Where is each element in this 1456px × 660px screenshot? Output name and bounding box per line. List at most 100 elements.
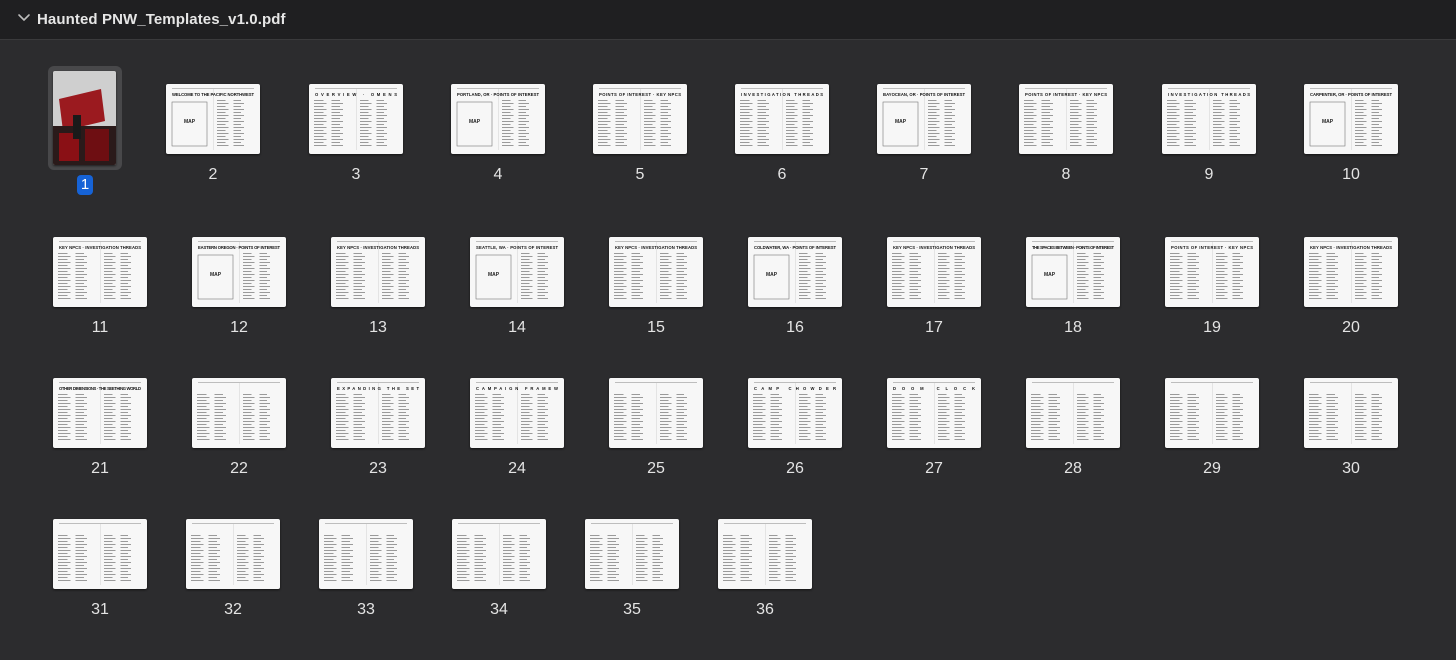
map-placeholder-label: MAP bbox=[766, 272, 778, 278]
page-number[interactable]: 9 bbox=[1179, 166, 1239, 184]
page-thumbnail[interactable]: INVESTIGATION THREADS bbox=[735, 84, 829, 154]
page-number[interactable]: 20 bbox=[1321, 319, 1381, 337]
page-thumbnail-cover[interactable] bbox=[53, 71, 116, 165]
page-thumbnail[interactable] bbox=[53, 519, 147, 589]
page-thumbnail[interactable] bbox=[718, 519, 812, 589]
page-thumbnail[interactable] bbox=[1304, 378, 1398, 448]
page-thumbnail[interactable]: MAP WELCOME TO THE PACIFIC NORTHWEST bbox=[166, 84, 260, 154]
page-number[interactable]: 31 bbox=[70, 601, 130, 619]
page-thumbnail[interactable]: CAMP CHOWDER bbox=[748, 378, 842, 448]
page-thumbnail[interactable]: MAP COLDWATER, WA · POINTS OF INTEREST bbox=[748, 237, 842, 307]
page-number[interactable]: 35 bbox=[602, 601, 662, 619]
page-thumbnail[interactable]: KEY NPCS · INVESTIGATION THREADS bbox=[1304, 237, 1398, 307]
page-number[interactable]: 32 bbox=[203, 601, 263, 619]
page-number[interactable]: 25 bbox=[626, 460, 686, 478]
page-thumbnail[interactable] bbox=[609, 378, 703, 448]
page-thumbnail[interactable]: KEY NPCS · INVESTIGATION THREADS bbox=[609, 237, 703, 307]
page-thumbnail[interactable]: MAP SEATTLE, WA · POINTS OF INTEREST bbox=[470, 237, 564, 307]
page-thumbnail[interactable]: OTHER DIMENSIONS · THE SEETHING WORLD bbox=[53, 378, 147, 448]
page-preview: MAP SEATTLE, WA · POINTS OF INTEREST bbox=[475, 241, 558, 303]
page-number[interactable]: 16 bbox=[765, 319, 825, 337]
page-number[interactable]: 28 bbox=[1043, 460, 1103, 478]
page-preview bbox=[197, 382, 280, 444]
page-number[interactable]: 22 bbox=[209, 460, 269, 478]
page-number[interactable]: 19 bbox=[1182, 319, 1242, 337]
page-thumbnail[interactable] bbox=[585, 519, 679, 589]
page-number[interactable]: 3 bbox=[326, 166, 386, 184]
page-preview: DOOM CLOCK bbox=[892, 382, 975, 444]
page-heading: POINTS OF INTEREST · KEY NPCS bbox=[1171, 245, 1253, 250]
page-number[interactable]: 5 bbox=[610, 166, 670, 184]
page-number[interactable]: 10 bbox=[1321, 166, 1381, 184]
page-thumbnail[interactable]: DOOM CLOCK bbox=[887, 378, 981, 448]
map-placeholder-label: MAP bbox=[1044, 272, 1056, 278]
page-thumbnail[interactable] bbox=[452, 519, 546, 589]
page-heading: EASTERN OREGON · POINTS OF INTEREST bbox=[198, 245, 280, 250]
page-thumbnail[interactable]: POINTS OF INTEREST · KEY NPCS bbox=[1019, 84, 1113, 154]
page-preview: INVESTIGATION THREADS bbox=[740, 88, 823, 150]
page-thumbnail[interactable] bbox=[1026, 378, 1120, 448]
page-number[interactable]: 12 bbox=[209, 319, 269, 337]
page-number[interactable]: 21 bbox=[70, 460, 130, 478]
page-number-selected[interactable]: 1 bbox=[77, 175, 93, 195]
page-thumbnail[interactable]: CAMPAIGN FRAMEW bbox=[470, 378, 564, 448]
page-thumbnail[interactable]: EXPANDING THE SET bbox=[331, 378, 425, 448]
page-preview: MAP THE SPACES BETWEEN · POINTS OF INTERE… bbox=[1031, 241, 1114, 303]
page-thumbnail[interactable] bbox=[1165, 378, 1259, 448]
page-preview: MAP COLDWATER, WA · POINTS OF INTEREST bbox=[753, 241, 836, 303]
page-preview: KEY NPCS · INVESTIGATION THREADS bbox=[336, 241, 419, 303]
page-number[interactable]: 27 bbox=[904, 460, 964, 478]
page-heading: INVESTIGATION THREADS bbox=[1168, 92, 1250, 97]
page-thumbnail[interactable] bbox=[192, 378, 286, 448]
page-preview: MAP WELCOME TO THE PACIFIC NORTHWEST bbox=[171, 88, 254, 150]
page-thumbnail[interactable]: MAP BAYOCEAN, OR · POINTS OF INTEREST bbox=[877, 84, 971, 154]
page-thumbnail[interactable]: INVESTIGATION THREADS bbox=[1162, 84, 1256, 154]
page-number[interactable]: 29 bbox=[1182, 460, 1242, 478]
page-heading: KEY NPCS · INVESTIGATION THREADS bbox=[893, 245, 975, 250]
page-thumbnail[interactable]: KEY NPCS · INVESTIGATION THREADS bbox=[887, 237, 981, 307]
page-thumbnail[interactable]: OVERVIEW · OMENS bbox=[309, 84, 403, 154]
page-preview: POINTS OF INTEREST · KEY NPCS bbox=[598, 88, 681, 150]
page-number[interactable]: 26 bbox=[765, 460, 825, 478]
page-thumbnail[interactable]: MAP THE SPACES BETWEEN · POINTS OF INTERE… bbox=[1026, 237, 1120, 307]
page-number[interactable]: 17 bbox=[904, 319, 964, 337]
page-number[interactable]: 7 bbox=[894, 166, 954, 184]
page-thumbnail[interactable]: KEY NPCS · INVESTIGATION THREADS bbox=[331, 237, 425, 307]
page-thumbnail[interactable]: MAP EASTERN OREGON · POINTS OF INTEREST bbox=[192, 237, 286, 307]
page-number[interactable]: 33 bbox=[336, 601, 396, 619]
page-preview bbox=[324, 523, 407, 585]
page-number[interactable]: 30 bbox=[1321, 460, 1381, 478]
document-header[interactable]: Haunted PNW_Templates_v1.0.pdf bbox=[0, 0, 1456, 40]
page-number[interactable]: 15 bbox=[626, 319, 686, 337]
page-number[interactable]: 14 bbox=[487, 319, 547, 337]
page-heading: BAYOCEAN, OR · POINTS OF INTEREST bbox=[883, 92, 965, 97]
page-thumbnail[interactable] bbox=[186, 519, 280, 589]
page-preview: EXPANDING THE SET bbox=[336, 382, 419, 444]
page-thumbnail-grid: 1 MAP WELCOME TO THE PACIFIC NORTHWEST 2 OVE… bbox=[0, 40, 1456, 660]
page-number[interactable]: 4 bbox=[468, 166, 528, 184]
page-number[interactable]: 18 bbox=[1043, 319, 1103, 337]
page-number[interactable]: 13 bbox=[348, 319, 408, 337]
page-thumbnail[interactable]: POINTS OF INTEREST · KEY NPCS bbox=[593, 84, 687, 154]
page-preview bbox=[457, 523, 540, 585]
page-preview: CAMP CHOWDER bbox=[753, 382, 836, 444]
page-number[interactable]: 8 bbox=[1036, 166, 1096, 184]
page-preview bbox=[1031, 382, 1114, 444]
page-thumbnail[interactable]: POINTS OF INTEREST · KEY NPCS bbox=[1165, 237, 1259, 307]
page-heading: CAMP CHOWDER bbox=[754, 386, 836, 391]
page-number[interactable]: 2 bbox=[183, 166, 243, 184]
map-placeholder-label: MAP bbox=[184, 119, 196, 125]
page-number[interactable]: 23 bbox=[348, 460, 408, 478]
page-heading: CARPENTER, OR · POINTS OF INTEREST bbox=[1310, 92, 1392, 97]
page-thumbnail[interactable]: KEY NPCS · INVESTIGATION THREADS bbox=[53, 237, 147, 307]
page-number[interactable]: 34 bbox=[469, 601, 529, 619]
page-number[interactable]: 6 bbox=[752, 166, 812, 184]
page-preview: OTHER DIMENSIONS · THE SEETHING WORLD bbox=[58, 382, 141, 444]
page-number[interactable]: 36 bbox=[735, 601, 795, 619]
page-thumbnail[interactable]: MAP CARPENTER, OR · POINTS OF INTEREST bbox=[1304, 84, 1398, 154]
page-number[interactable]: 11 bbox=[70, 319, 130, 337]
page-thumbnail[interactable] bbox=[319, 519, 413, 589]
chevron-down-icon[interactable] bbox=[17, 11, 31, 25]
page-thumbnail[interactable]: MAP PORTLAND, OR · POINTS OF INTEREST bbox=[451, 84, 545, 154]
page-number[interactable]: 24 bbox=[487, 460, 547, 478]
